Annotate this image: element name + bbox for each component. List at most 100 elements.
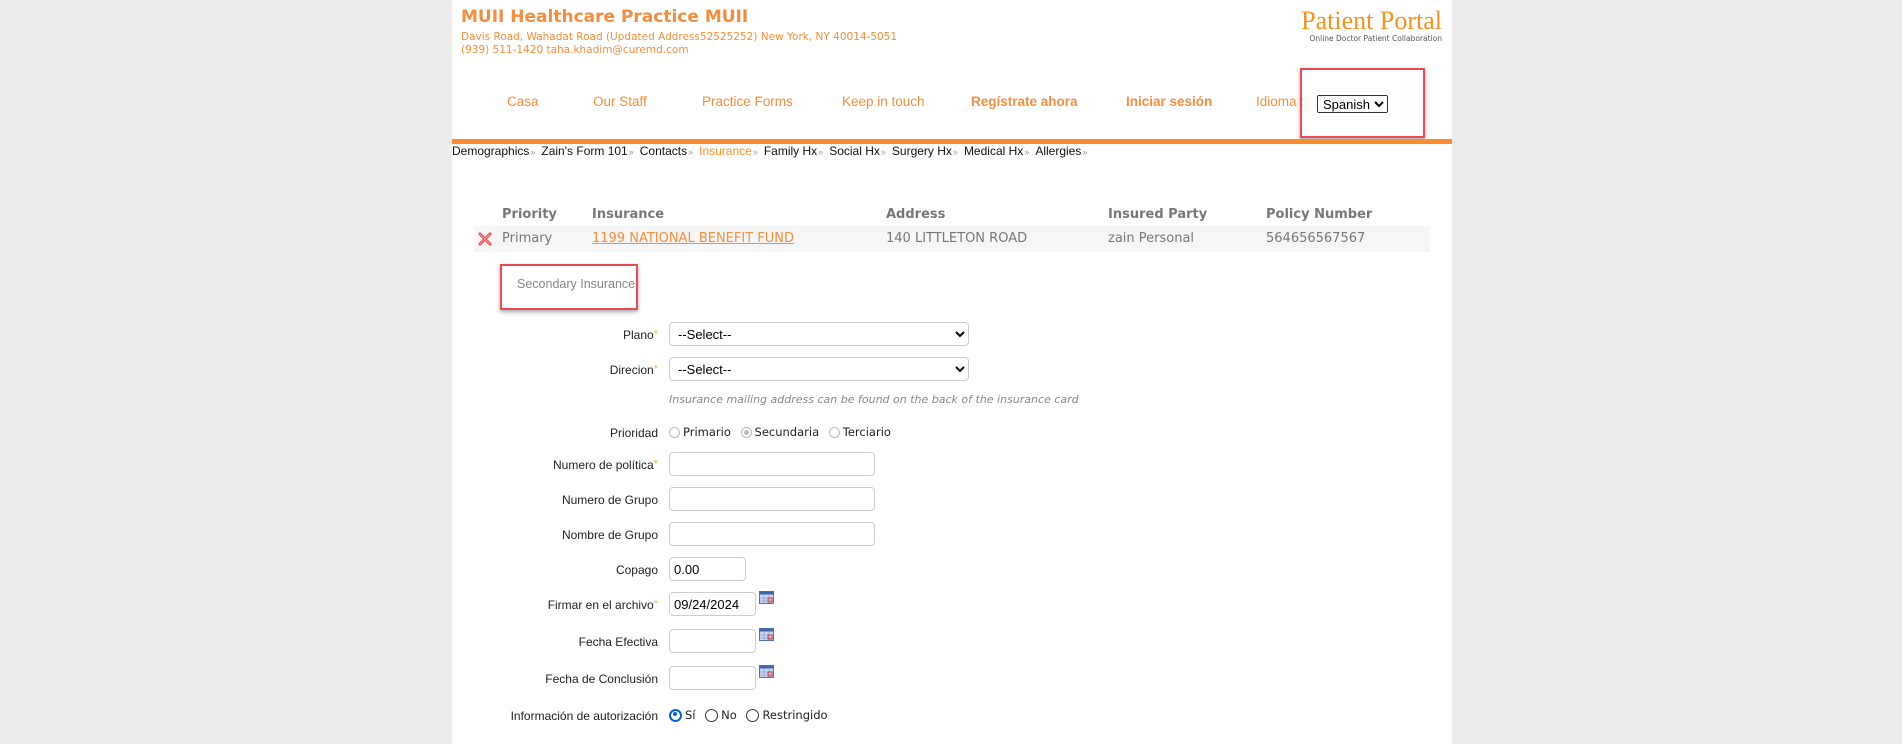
copay-row: Copago xyxy=(452,557,1452,585)
column-header-address: Address xyxy=(886,207,946,222)
language-select[interactable]: Spanish xyxy=(1317,95,1388,113)
breadcrumb-item[interactable]: Medical Hx» xyxy=(964,144,1029,158)
portal-logo-title: Patient Portal xyxy=(1301,6,1442,35)
page-container: MUII Healthcare Practice MUII Davis Road… xyxy=(452,0,1452,744)
chevron-right-icon: » xyxy=(688,147,694,157)
cell-policy-number: 564656567567 xyxy=(1266,231,1366,246)
authorization-radio-group: Sí No Restringido xyxy=(669,708,834,725)
radio-si[interactable] xyxy=(669,708,682,722)
group-name-input[interactable] xyxy=(669,522,875,546)
breadcrumb-label: Allergies xyxy=(1035,144,1082,158)
nav-register-now[interactable]: Regístrate ahora xyxy=(971,94,1078,109)
end-date-input[interactable] xyxy=(669,666,756,690)
priority-option-terciario[interactable]: Terciario xyxy=(828,425,891,439)
nav-keep-in-touch[interactable]: Keep in touch xyxy=(842,94,925,109)
signature-date-label: Firmar en el archivo* xyxy=(452,598,658,612)
copay-label: Copago xyxy=(615,563,658,577)
effective-date-row: Fecha Efectiva xyxy=(452,627,1452,657)
required-marker: * xyxy=(653,598,658,610)
end-date-label: Fecha de Conclusión xyxy=(545,672,658,686)
breadcrumb-item[interactable]: Zain's Form 101» xyxy=(541,144,633,158)
nav-casa[interactable]: Casa xyxy=(507,94,539,109)
priority-row: Prioridad Primario Secundaria Terciario xyxy=(452,423,1452,451)
nav-practice-forms[interactable]: Practice Forms xyxy=(702,94,793,109)
priority-option-label: Terciario xyxy=(842,425,891,439)
address-label: Direcion* xyxy=(452,363,658,377)
breadcrumb-item[interactable]: Surgery Hx» xyxy=(892,144,958,158)
auth-option-si[interactable]: Sí xyxy=(669,708,696,722)
plan-label: Plano* xyxy=(452,328,658,342)
breadcrumb-item[interactable]: Social Hx» xyxy=(829,144,886,158)
radio-secundaria[interactable] xyxy=(740,426,752,438)
signature-date-input[interactable] xyxy=(669,592,756,616)
practice-contact: Davis Road, Wahadat Road (Updated Addres… xyxy=(461,31,897,57)
group-number-row: Numero de Grupo xyxy=(452,487,1452,515)
group-number-input[interactable] xyxy=(669,487,875,511)
auth-option-no[interactable]: No xyxy=(705,708,737,722)
policy-number-input[interactable] xyxy=(669,452,875,476)
radio-restringido[interactable] xyxy=(746,708,760,722)
signature-date-row: Firmar en el archivo* xyxy=(452,590,1452,620)
priority-option-label: Secundaria xyxy=(754,425,820,439)
plan-label-text: Plano xyxy=(623,328,654,342)
chevron-right-icon: » xyxy=(880,147,886,157)
breadcrumb-item[interactable]: Insurance» xyxy=(699,144,758,158)
auth-option-label: Restringido xyxy=(762,708,828,722)
radio-primario[interactable] xyxy=(669,426,680,438)
nav-our-staff[interactable]: Our Staff xyxy=(593,94,647,109)
calendar-icon[interactable] xyxy=(759,627,774,641)
priority-label: Prioridad xyxy=(609,426,658,440)
priority-option-label: Primario xyxy=(683,425,731,439)
authorization-row: Información de autorización Sí No Restri… xyxy=(452,706,1452,734)
chevron-right-icon: » xyxy=(752,147,758,157)
cell-insured-party: zain Personal xyxy=(1108,231,1195,246)
calendar-icon[interactable] xyxy=(759,590,774,604)
insurance-table: Priority Insurance Address Insured Party… xyxy=(474,202,1430,252)
required-marker: * xyxy=(653,458,658,470)
cell-address: 140 LITTLETON ROAD xyxy=(886,231,1028,246)
priority-option-primario[interactable]: Primario xyxy=(669,425,731,439)
chevron-right-icon: » xyxy=(1024,147,1030,157)
group-number-label: Numero de Grupo xyxy=(561,493,658,507)
chevron-right-icon: » xyxy=(952,147,958,157)
nav-sign-in[interactable]: Iniciar sesión xyxy=(1126,94,1212,109)
chevron-right-icon: » xyxy=(818,147,824,157)
address-hint: Insurance mailing address can be found o… xyxy=(669,393,1079,406)
auth-option-label: Sí xyxy=(685,708,696,722)
authorization-label: Información de autorización xyxy=(510,709,658,723)
plan-row: Plano* --Select-- xyxy=(452,322,1452,350)
effective-date-input[interactable] xyxy=(669,629,756,653)
auth-option-restringido[interactable]: Restringido xyxy=(746,708,828,722)
breadcrumb-item[interactable]: Family Hx» xyxy=(764,144,823,158)
group-name-label: Nombre de Grupo xyxy=(561,528,658,542)
section-title: Secondary Insurance xyxy=(517,277,636,291)
plan-select[interactable]: --Select-- xyxy=(669,322,969,346)
column-header-insurance: Insurance xyxy=(592,207,665,222)
table-header: Priority Insurance Address Insured Party… xyxy=(474,202,1430,226)
end-date-row: Fecha de Conclusión xyxy=(452,664,1452,694)
radio-no[interactable] xyxy=(705,708,719,722)
breadcrumb-item[interactable]: Contacts» xyxy=(640,144,693,158)
radio-terciario[interactable] xyxy=(828,426,840,438)
breadcrumb-label: Insurance xyxy=(699,144,752,158)
breadcrumb-item[interactable]: Allergies» xyxy=(1035,144,1087,158)
column-header-insured-party: Insured Party xyxy=(1108,207,1208,222)
breadcrumb-label: Medical Hx xyxy=(963,144,1024,158)
delete-icon[interactable] xyxy=(478,232,492,246)
address-select[interactable]: --Select-- xyxy=(669,357,969,381)
portal-logo-subtitle: Online Doctor Patient Collaboration xyxy=(1309,34,1442,43)
breadcrumb: Demographics» Zain's Form 101» Contacts» In… xyxy=(452,144,1093,160)
priority-option-secundaria[interactable]: Secundaria xyxy=(740,425,820,439)
breadcrumb-item[interactable]: Demographics» xyxy=(452,144,535,158)
copay-input[interactable] xyxy=(669,557,746,581)
required-marker: * xyxy=(653,363,658,375)
calendar-icon[interactable] xyxy=(759,664,774,678)
table-row: Primary 1199 NATIONAL BENEFIT FUND 140 L… xyxy=(474,226,1430,252)
cell-insurance-link[interactable]: 1199 NATIONAL BENEFIT FUND xyxy=(592,231,794,246)
cell-priority: Primary xyxy=(502,231,553,246)
language-label: Idioma : xyxy=(1256,94,1305,109)
practice-address: Davis Road, Wahadat Road (Updated Addres… xyxy=(461,31,898,43)
effective-date-label: Fecha Efectiva xyxy=(578,635,658,649)
priority-radio-group: Primario Secundaria Terciario xyxy=(669,425,897,441)
column-header-policy-number: Policy Number xyxy=(1266,207,1373,222)
